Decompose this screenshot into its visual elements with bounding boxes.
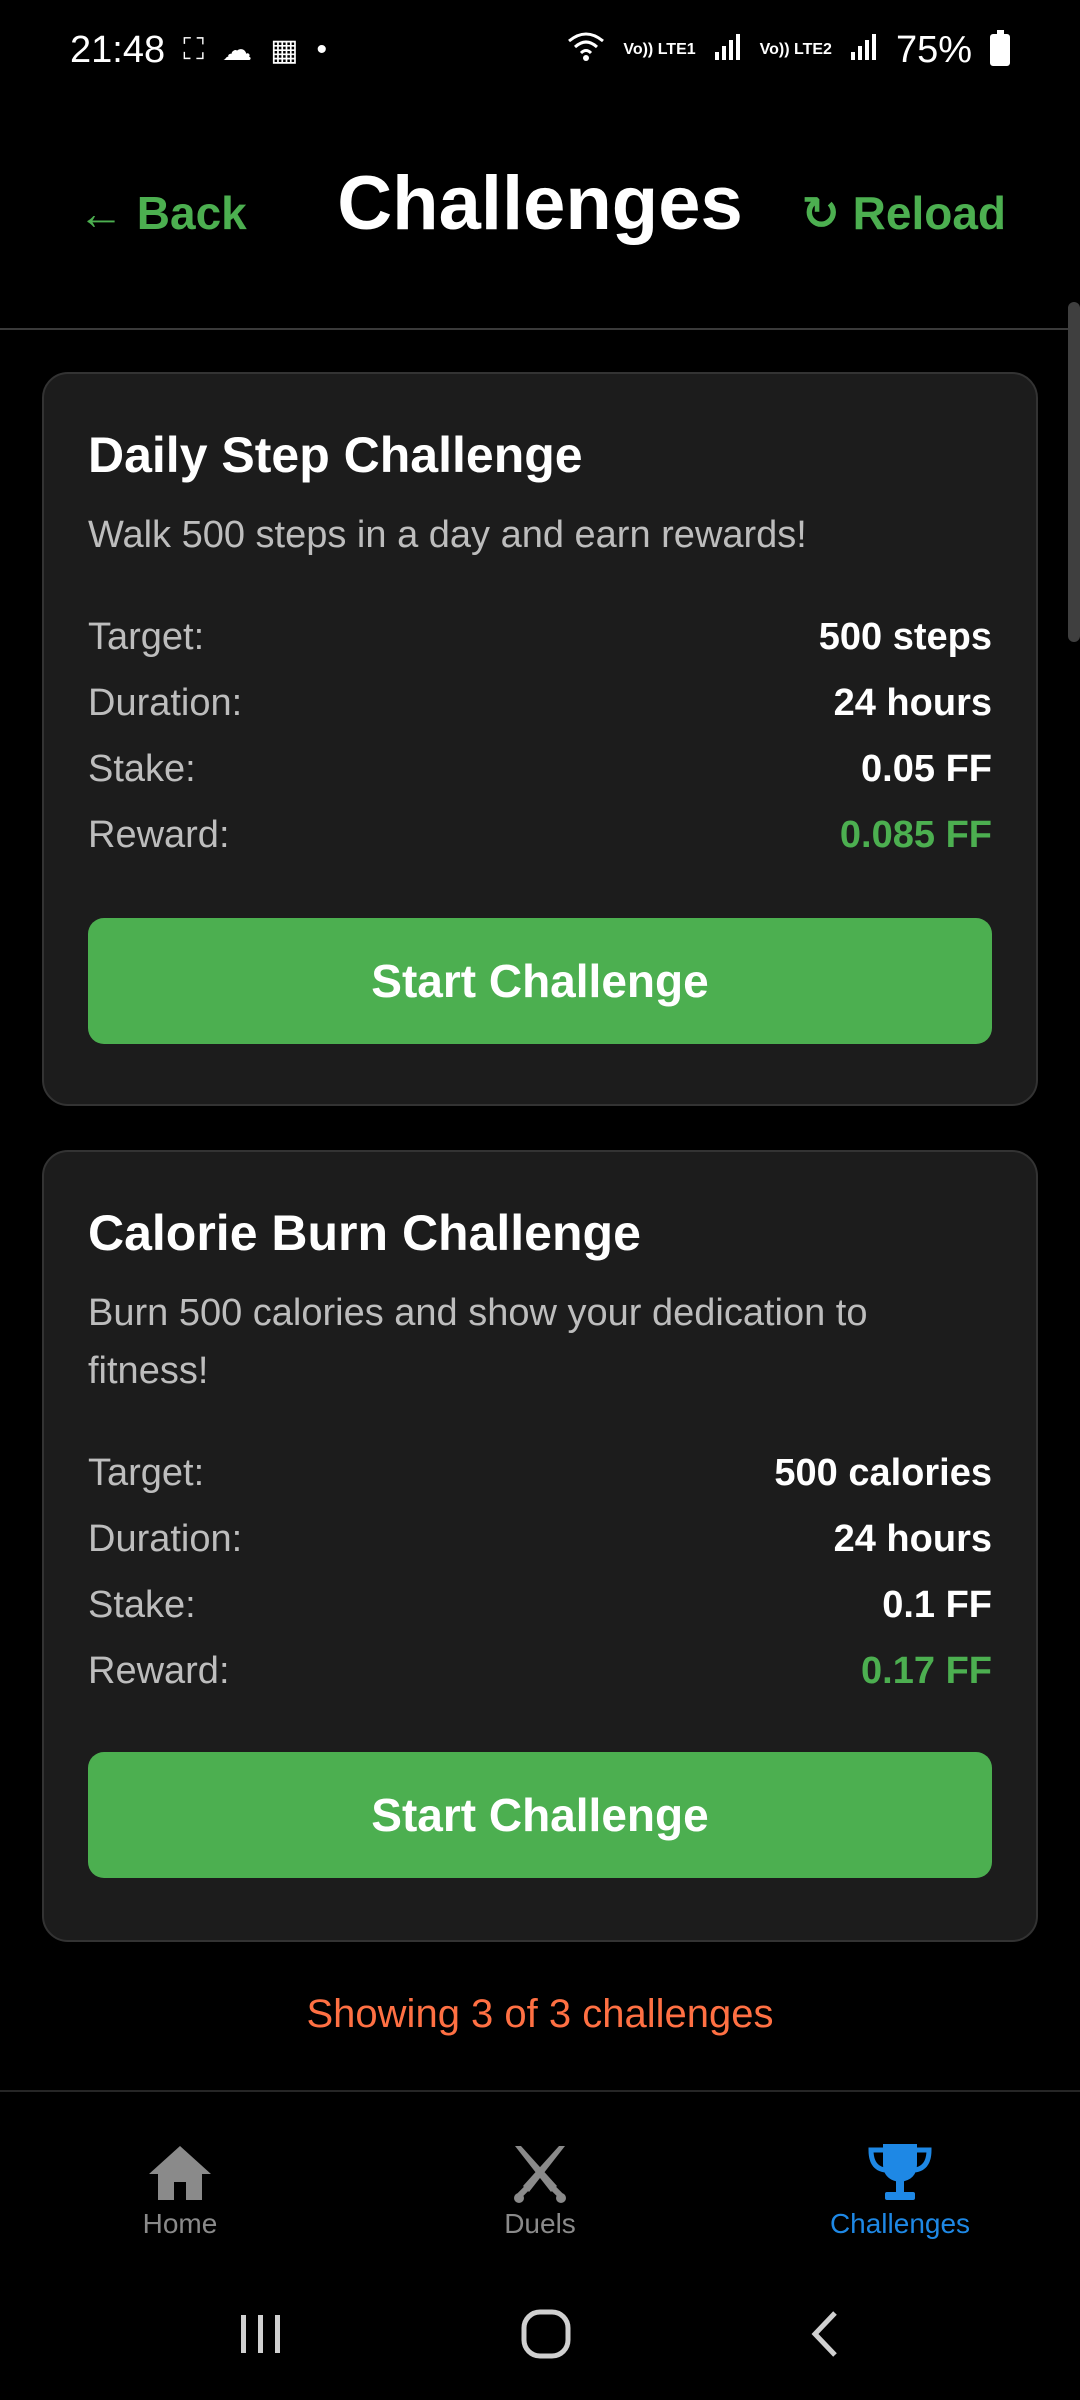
home-button-icon[interactable] (520, 2308, 572, 2373)
system-nav-bar (0, 2280, 1080, 2400)
target-value: 500 calories (774, 1451, 992, 1494)
trophy-icon (868, 2144, 932, 2200)
duration-value: 24 hours (833, 681, 992, 724)
nav-item-challenges[interactable]: Challenges (720, 2092, 1080, 2280)
bottom-nav: Home Duels Challenges (0, 2090, 1080, 2280)
target-label: Target: (88, 615, 205, 658)
nav-label: Challenges (829, 2208, 971, 2239)
stake-value: 0.1 FF (882, 1583, 992, 1626)
battery-percent: 75% (895, 28, 972, 71)
status-left: 21:48 ⛶ ☁ ▦ • (70, 29, 327, 72)
reward-row: Reward: 0.085 FF (88, 802, 992, 868)
target-value: 500 steps (818, 615, 992, 658)
challenge-card-daily-step: Daily Step Challenge Walk 500 steps in a… (42, 372, 1038, 1106)
stake-label: Stake: (88, 747, 196, 790)
scrollbar[interactable] (1068, 302, 1080, 642)
status-bar: 21:48 ⛶ ☁ ▦ • Vo)) LTE1 Vo)) LTE2 75% (0, 0, 1080, 100)
duration-label: Duration: (88, 1517, 243, 1560)
stake-label: Stake: (88, 1583, 196, 1626)
status-time: 21:48 (70, 28, 166, 71)
duration-label: Duration: (88, 681, 243, 724)
reward-value: 0.17 FF (861, 1649, 992, 1692)
start-challenge-button[interactable]: Start Challenge (88, 1752, 992, 1878)
status-right: Vo)) LTE1 Vo)) LTE2 75% (567, 29, 1010, 72)
stake-row: Stake: 0.05 FF (88, 736, 992, 802)
challenges-screen: 21:48 ⛶ ☁ ▦ • Vo)) LTE1 Vo)) LTE2 75% ← … (0, 0, 1080, 2400)
stake-value: 0.05 FF (861, 747, 992, 790)
challenge-description: Walk 500 steps in a day and earn rewards… (88, 514, 807, 556)
duration-row: Duration: 24 hours (88, 1506, 992, 1572)
back-nav-icon[interactable] (807, 2309, 843, 2372)
challenge-description: Burn 500 calories and show your dedicati… (88, 1292, 868, 1392)
stake-row: Stake: 0.1 FF (88, 1572, 992, 1638)
start-challenge-button[interactable]: Start Challenge (88, 918, 992, 1044)
nav-label: Home (142, 2208, 218, 2239)
challenge-details: Target: 500 calories Duration: 24 hours … (88, 1440, 992, 1704)
screenshot-icon: ⛶ (183, 33, 205, 66)
challenge-title: Calorie Burn Challenge (88, 1205, 641, 1261)
nav-label: Duels (504, 2208, 576, 2239)
target-row: Target: 500 calories (88, 1440, 992, 1506)
wifi-icon (567, 31, 605, 69)
nav-item-home[interactable]: Home (0, 2092, 360, 2280)
reload-button[interactable]: ↻ Reload (801, 186, 1006, 240)
target-label: Target: (88, 1451, 205, 1494)
reward-label: Reward: (88, 813, 230, 856)
reward-row: Reward: 0.17 FF (88, 1638, 992, 1704)
battery-charging-icon (990, 30, 1010, 66)
target-row: Target: 500 steps (88, 604, 992, 670)
home-icon (149, 2146, 211, 2200)
challenge-count-text: Showing 3 of 3 challenges (306, 1992, 774, 2036)
sim1-label: Vo)) LTE1 (623, 41, 696, 58)
challenge-details: Target: 500 steps Duration: 24 hours Sta… (88, 604, 992, 868)
recent-apps-icon[interactable] (237, 2310, 285, 2370)
challenge-title: Daily Step Challenge (88, 427, 583, 483)
nav-item-duels[interactable]: Duels (360, 2092, 720, 2280)
duration-row: Duration: 24 hours (88, 670, 992, 736)
notification-dot-icon: • (316, 33, 327, 66)
calendar-icon: ▦ (270, 33, 299, 67)
app-header: ← Back Challenges ↻ Reload (0, 130, 1080, 330)
signal-icon (850, 32, 878, 68)
reward-label: Reward: (88, 1649, 230, 1692)
cloud-icon: ☁ (222, 33, 253, 67)
challenge-card-calorie-burn: Calorie Burn Challenge Burn 500 calories… (42, 1150, 1038, 1942)
sim2-label: Vo)) LTE2 (759, 41, 832, 58)
crossed-swords-icon (514, 2146, 566, 2203)
duration-value: 24 hours (833, 1517, 992, 1560)
signal-icon (714, 32, 742, 68)
reward-value: 0.085 FF (839, 813, 992, 856)
